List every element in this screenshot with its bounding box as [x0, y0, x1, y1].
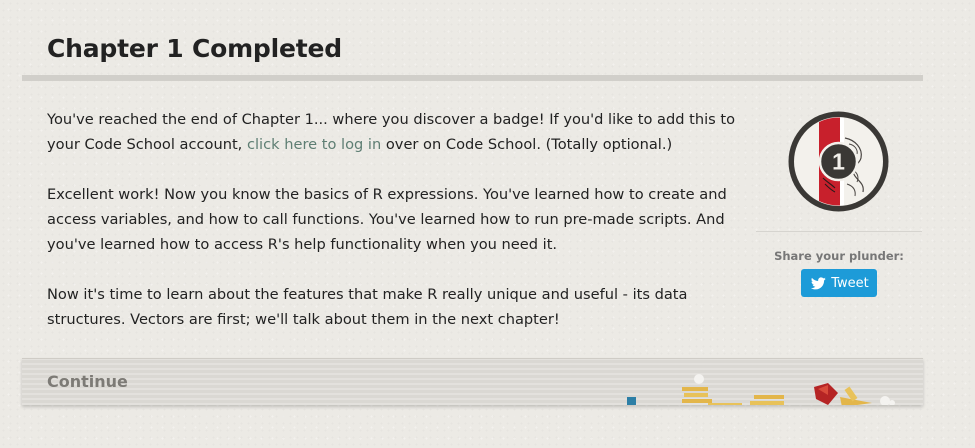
intro-paragraph: You've reached the end of Chapter 1... w… [47, 107, 747, 157]
twitter-bird-icon [811, 276, 826, 290]
summary-paragraph: Excellent work! Now you know the basics … [47, 186, 727, 253]
tweet-button[interactable]: Tweet [801, 269, 877, 297]
intro-text-end: over on Code School. (Totally optional.) [381, 136, 673, 153]
tweet-label: Tweet [831, 275, 869, 291]
chapter-badge: 1 [787, 110, 890, 213]
sidebar-divider [756, 231, 922, 232]
chapter-summary: You've reached the end of Chapter 1... w… [47, 107, 747, 357]
continue-button[interactable]: Continue [22, 358, 923, 405]
title-divider [22, 75, 923, 81]
continue-label: Continue [47, 372, 128, 391]
next-chapter-paragraph: Now it's time to learn about the feature… [47, 286, 688, 328]
badge-number: 1 [832, 149, 845, 175]
share-label: Share your plunder: [774, 249, 904, 263]
chapter-badge-icon: 1 [788, 111, 889, 212]
login-link[interactable]: click here to log in [247, 136, 381, 153]
treasure-illustration-icon [627, 374, 895, 405]
page-title: Chapter 1 Completed [47, 34, 342, 63]
